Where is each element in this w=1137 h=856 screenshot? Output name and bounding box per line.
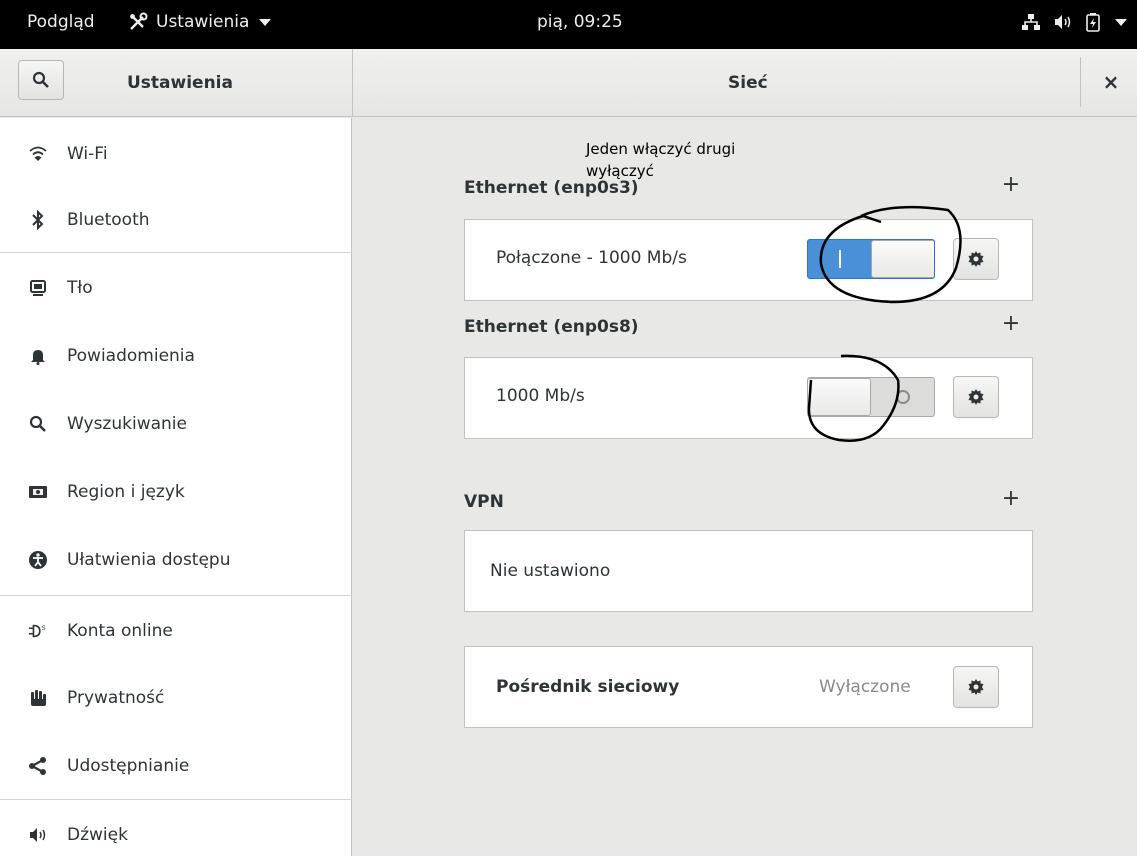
ethernet1-switch[interactable]	[807, 239, 935, 279]
volume-icon	[1055, 15, 1071, 29]
gear-icon	[968, 389, 984, 405]
app-menu-label: Ustawienia	[156, 12, 250, 32]
ethernet1-settings-button[interactable]	[953, 238, 999, 280]
system-status-area[interactable]	[1021, 12, 1127, 32]
sidebar-item-label: Wyszukiwanie	[67, 414, 187, 434]
background-icon	[28, 278, 48, 298]
sidebar-separator	[0, 595, 351, 596]
search-icon	[32, 71, 49, 88]
sidebar-item-sound[interactable]: Dźwięk	[0, 801, 351, 856]
add-connection-button[interactable]: +	[1001, 172, 1021, 197]
add-vpn-button[interactable]: +	[1001, 486, 1021, 511]
switch-knob	[808, 378, 871, 416]
share-icon	[28, 756, 48, 776]
proxy-value: Wyłączone	[819, 677, 911, 697]
ethernet2-title: Ethernet (enp0s8)	[464, 317, 639, 337]
page-title: Sieć	[728, 73, 768, 93]
clock[interactable]: pią, 09:25	[537, 12, 623, 32]
close-separator	[1080, 57, 1081, 107]
sidebar-item-label: Tło	[67, 278, 93, 298]
ethernet2-settings-button[interactable]	[953, 376, 999, 418]
region-icon	[28, 482, 48, 502]
sidebar-item-label: Konta online	[67, 621, 173, 641]
header-divider	[352, 49, 353, 117]
switch-knob	[871, 240, 934, 278]
bell-icon	[28, 346, 48, 366]
proxy-label: Pośrednik sieciowy	[496, 677, 680, 697]
bluetooth-icon	[28, 210, 48, 230]
speaker-icon	[28, 825, 48, 845]
wifi-icon	[28, 144, 48, 164]
sidebar-separator	[0, 252, 351, 253]
network-wired-icon	[1022, 14, 1040, 30]
sidebar-item-label: Udostępnianie	[67, 756, 190, 776]
sidebar-item-notifications[interactable]: Powiadomienia	[0, 322, 351, 390]
sidebar-item-online-accounts[interactable]: S Konta online	[0, 597, 351, 665]
sidebar-item-label: Ułatwienia dostępu	[67, 550, 231, 570]
sidebar-item-label: Region i język	[67, 482, 185, 502]
sidebar-item-bluetooth[interactable]: Bluetooth	[0, 186, 351, 254]
svg-text:S: S	[42, 625, 46, 632]
proxy-settings-button[interactable]	[953, 666, 999, 708]
vpn-card: Nie ustawiono	[464, 530, 1033, 612]
sidebar-item-privacy[interactable]: Prywatność	[0, 664, 351, 732]
sidebar-title: Ustawienia	[127, 73, 233, 93]
gear-icon	[968, 679, 984, 695]
top-bar: Podgląd Ustawienia pią, 09:25	[0, 0, 1137, 49]
sidebar-separator	[0, 799, 351, 800]
switch-off-mark	[896, 390, 910, 404]
sidebar: Wi-Fi Bluetooth Tło Powiadomienia Wyszuk…	[0, 118, 352, 856]
ethernet2-status: 1000 Mb/s	[496, 386, 585, 406]
close-icon: ×	[1102, 70, 1120, 94]
battery-charging-icon	[1086, 13, 1100, 32]
tools-icon	[130, 12, 148, 30]
add-connection-button[interactable]: +	[1001, 311, 1021, 336]
sidebar-item-wifi[interactable]: Wi-Fi	[0, 120, 351, 188]
ethernet1-status: Połączone - 1000 Mb/s	[496, 248, 687, 268]
ethernet2-card: 1000 Mb/s	[464, 357, 1033, 439]
online-accounts-icon: S	[28, 621, 48, 641]
app-menu[interactable]: Ustawienia	[128, 12, 272, 32]
close-button[interactable]: ×	[1096, 67, 1126, 97]
ethernet1-card: Połączone - 1000 Mb/s	[464, 219, 1033, 301]
sidebar-item-sharing[interactable]: Udostępnianie	[0, 732, 351, 800]
header-bar: Ustawienia Sieć ×	[0, 49, 1137, 117]
sidebar-item-label: Wi-Fi	[67, 144, 108, 164]
search-button[interactable]	[18, 60, 64, 100]
network-panel: Ethernet (enp0s3) + Połączone - 1000 Mb/…	[353, 118, 1137, 856]
switch-on-mark	[839, 250, 841, 268]
gear-icon	[968, 251, 984, 267]
sidebar-item-accessibility[interactable]: Ułatwienia dostępu	[0, 526, 351, 594]
annotation-note: Jeden włączyć drugi wyłączyć	[586, 140, 736, 180]
sidebar-item-search[interactable]: Wyszukiwanie	[0, 390, 351, 458]
sidebar-item-label: Bluetooth	[67, 210, 150, 230]
sidebar-item-label: Dźwięk	[67, 825, 128, 845]
chevron-down-icon	[259, 18, 272, 26]
vpn-status: Nie ustawiono	[490, 561, 611, 581]
accessibility-icon	[28, 550, 48, 570]
search-icon	[28, 414, 48, 434]
sidebar-item-region[interactable]: Region i język	[0, 458, 351, 526]
sidebar-item-label: Prywatność	[67, 688, 165, 708]
proxy-card[interactable]: Pośrednik sieciowy Wyłączone	[464, 646, 1033, 728]
ethernet2-switch[interactable]	[807, 377, 935, 417]
sidebar-item-background[interactable]: Tło	[0, 254, 351, 322]
vpn-title: VPN	[464, 492, 504, 512]
privacy-hand-icon	[28, 688, 48, 708]
activities-button[interactable]: Podgląd	[27, 12, 95, 32]
sidebar-item-label: Powiadomienia	[67, 346, 195, 366]
chevron-down-icon	[1115, 18, 1127, 26]
